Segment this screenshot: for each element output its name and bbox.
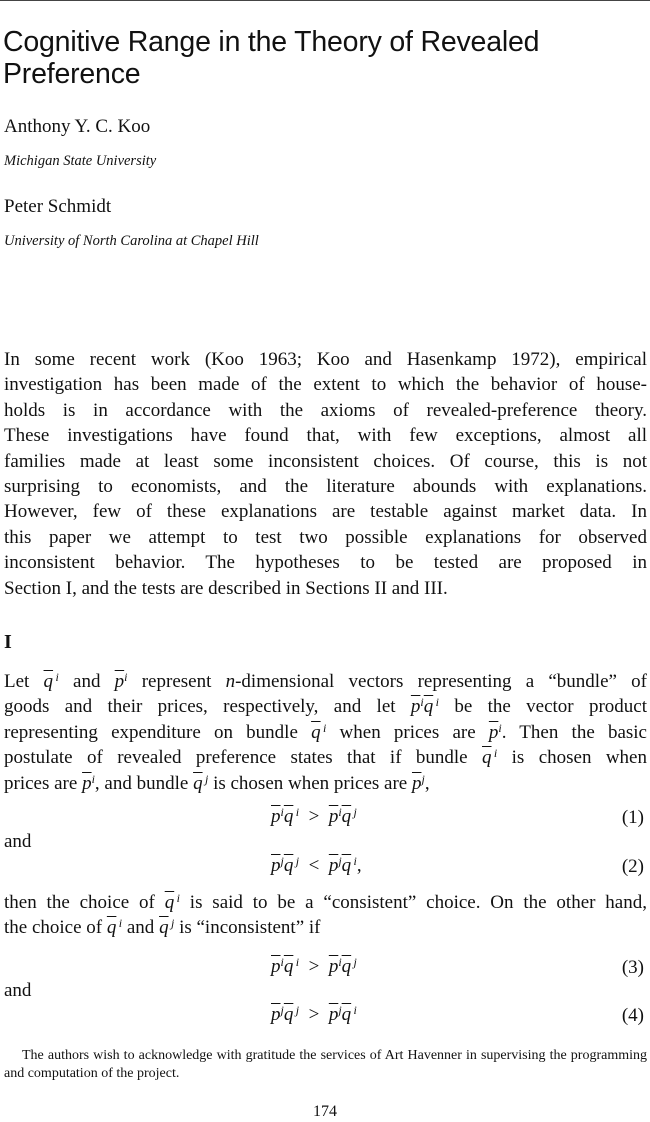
section-paragraph: then the choice of q i is said to be a “…	[4, 890, 647, 941]
text-line: However, few of these explanations are t…	[4, 501, 647, 523]
article-title: Cognitive Range in the Theory of Reveale…	[3, 26, 540, 90]
text-line: representing expenditure on bundle q i w…	[4, 720, 647, 743]
text-line: then the choice of q i is said to be a “…	[4, 891, 647, 913]
text-line: These investigations have found that, wi…	[4, 425, 647, 447]
equation-3: piq i > piq j	[271, 955, 357, 977]
top-rule	[0, 0, 650, 1]
equation-number: (4)	[621, 1005, 644, 1026]
text-line: Let q i and pi represent n-dimensional v…	[4, 670, 647, 692]
article-page: Cognitive Range in the Theory of Reveale…	[0, 0, 650, 1122]
text-line: prices are pi, and bundle q j is chosen …	[4, 771, 430, 794]
text-line: postulate of revealed preference states …	[4, 746, 647, 769]
equation-2: pjq j < pjq i,	[271, 854, 362, 876]
equation-1: piq i > piq j	[271, 805, 357, 827]
text-line: families made at least some inconsistent…	[4, 450, 647, 472]
equation-number: (2)	[621, 856, 644, 877]
footnote: The authors wish to acknowledge with gra…	[4, 1048, 647, 1081]
equation-number: (1)	[621, 807, 644, 828]
section-paragraph: Let q i and pi represent n-dimensional v…	[4, 669, 647, 796]
connector-text: and	[4, 980, 32, 1001]
text-line: the choice of q i and q j is “inconsiste…	[4, 916, 321, 939]
text-line: investigation has been made of the exten…	[4, 374, 647, 396]
intro-paragraph: In some recent work (Koo 1963; Koo and H…	[4, 347, 647, 601]
text-line: surprising to economists, and the litera…	[4, 475, 647, 497]
equation-number: (3)	[621, 957, 644, 978]
text-line: holds is in accordance with the axioms o…	[4, 399, 647, 421]
text-line: inconsistent behavior. The hypotheses to…	[4, 552, 647, 574]
text-line: goods and their prices, respectively, an…	[4, 695, 648, 718]
connector-text: and	[4, 831, 32, 852]
author-name: Peter Schmidt	[4, 196, 112, 217]
text-line: this paper we attempt to test two possib…	[4, 526, 647, 548]
author-affiliation: Michigan State University	[4, 153, 157, 169]
text-line: In some recent work (Koo 1963; Koo and H…	[4, 349, 647, 370]
author-name: Anthony Y. C. Koo	[4, 116, 151, 137]
section-heading: I	[4, 631, 12, 653]
text-line: Section I, and the tests are described i…	[4, 577, 448, 599]
author-affiliation: University of North Carolina at Chapel H…	[4, 233, 259, 249]
page-number: 174	[313, 1103, 337, 1120]
equation-4: pjq j > pjq i	[271, 1003, 357, 1025]
